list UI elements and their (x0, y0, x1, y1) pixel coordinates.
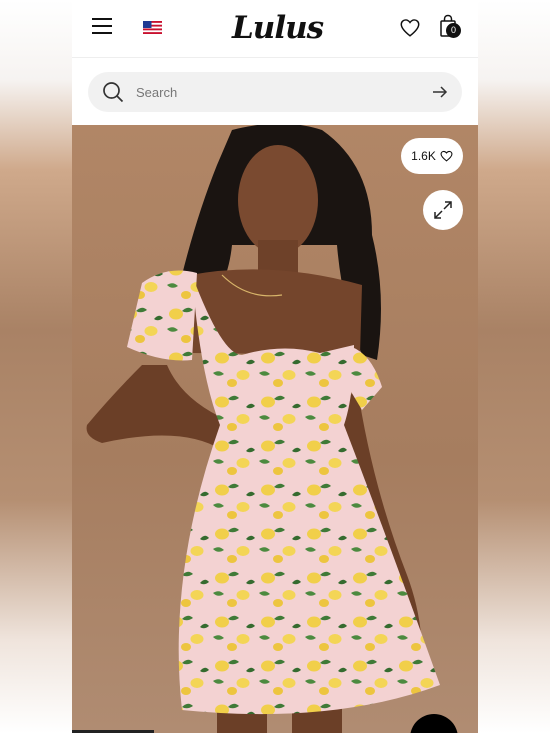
product-image[interactable]: 1.6K (72, 125, 478, 733)
heart-icon[interactable] (399, 17, 421, 39)
top-header: Lulus 0 (72, 0, 478, 58)
expand-image-button[interactable] (423, 190, 463, 230)
model-in-lemon-dress-image (86, 125, 441, 733)
likes-button[interactable]: 1.6K (401, 138, 463, 174)
cart-count-badge: 0 (446, 23, 461, 38)
search-input[interactable] (136, 72, 416, 112)
chat-button[interactable] (410, 714, 458, 733)
search-icon (103, 82, 124, 103)
us-flag-icon[interactable] (143, 21, 162, 34)
search-bar[interactable] (88, 72, 462, 112)
arrow-right-icon[interactable] (432, 85, 448, 99)
app-frame: Lulus 0 Search 1.6K (72, 0, 478, 733)
heart-icon (440, 150, 453, 162)
lulus-logo[interactable]: Lulus (232, 8, 324, 48)
likes-count: 1.6K (411, 149, 436, 163)
chat-icon (410, 714, 458, 733)
hamburger-icon[interactable] (92, 17, 112, 35)
expand-icon (434, 201, 452, 219)
